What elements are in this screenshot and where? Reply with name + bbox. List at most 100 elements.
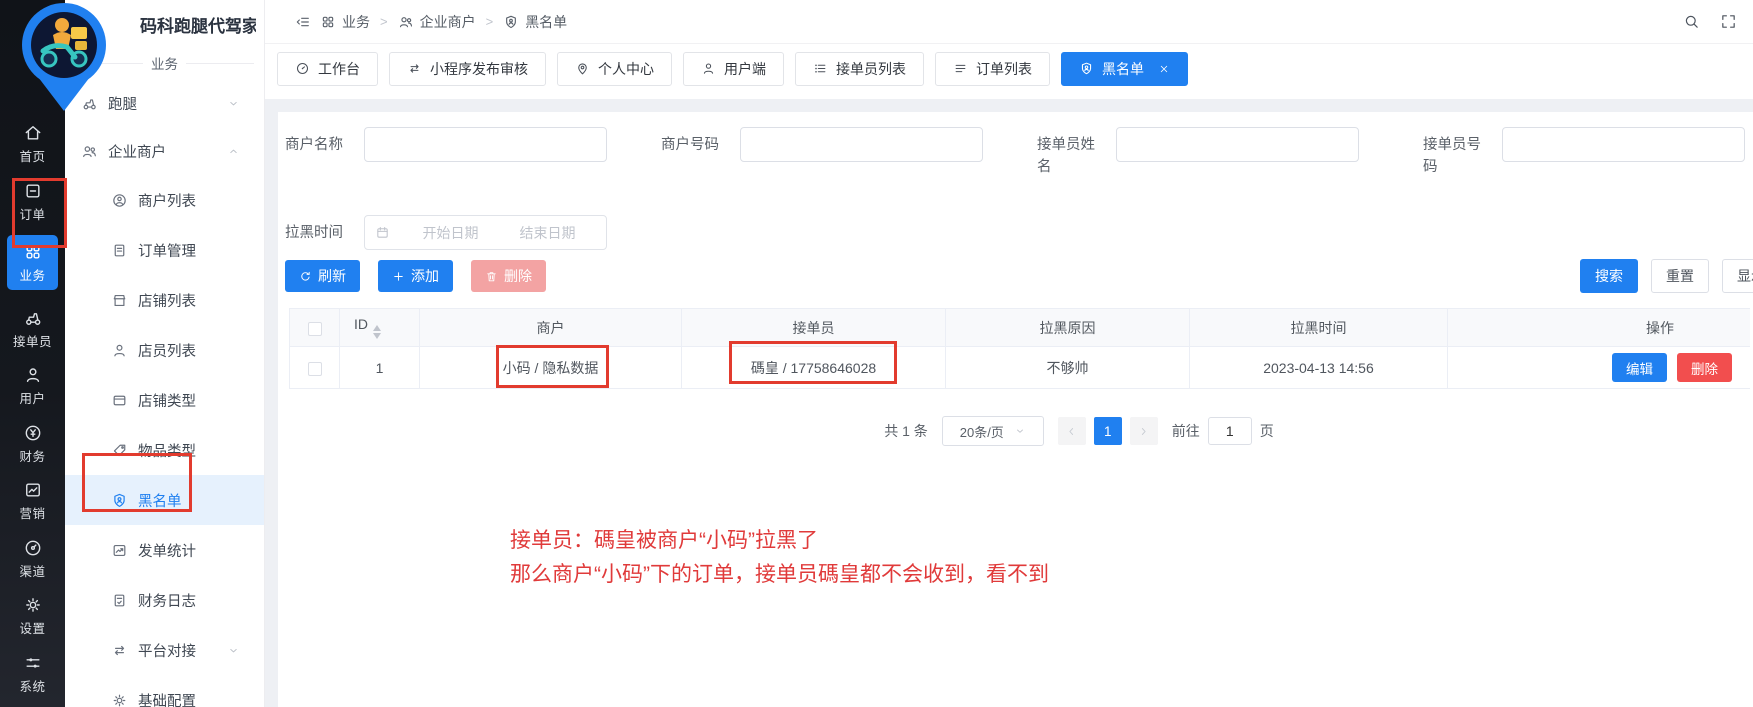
sidebar-item-企业商户[interactable]: 企业商户	[65, 127, 264, 175]
row-checkbox[interactable]	[308, 362, 322, 376]
edit-button[interactable]: 编辑	[1612, 353, 1667, 382]
sidebar-item-平台对接[interactable]: 平台对接	[65, 625, 264, 675]
display-columns-button[interactable]: 显示	[1722, 259, 1753, 293]
sidebar-item-黑名单[interactable]: 黑名单	[65, 475, 264, 525]
toolbar: 刷新 添加 删除 搜索 重置 显示	[285, 259, 1753, 293]
lines-icon	[953, 61, 968, 76]
filter-input-接单员姓名[interactable]	[1116, 127, 1359, 162]
sidebar-item-label: 店铺列表	[138, 290, 196, 311]
rail-item-渠道[interactable]: 渠道	[7, 534, 58, 583]
chevron-down-icon	[1014, 425, 1026, 437]
breadcrumb-item-业务[interactable]: 业务	[320, 12, 370, 32]
cell-time: 2023-04-13 14:56	[1190, 347, 1448, 389]
sidebar-item-label: 平台对接	[138, 640, 196, 661]
sidebar-item-店员列表[interactable]: 店员列表	[65, 325, 264, 375]
cell-merchant: 小码 / 隐私数据	[420, 347, 682, 389]
rail-item-系统[interactable]: 系统	[7, 649, 58, 698]
swap-icon	[111, 642, 128, 659]
fullscreen-icon[interactable]	[1720, 13, 1737, 30]
rail-item-接单员[interactable]: 接单员	[7, 304, 58, 353]
rail-item-营销[interactable]: 营销	[7, 477, 58, 526]
sidebar-section-label: 业务	[151, 53, 178, 73]
tab-小程序发布审核[interactable]: 小程序发布审核	[389, 52, 546, 86]
breadcrumb-label: 企业商户	[420, 12, 476, 32]
chevron-down-icon	[227, 97, 240, 110]
shield-user-icon	[111, 492, 128, 509]
rail-item-label: 首页	[19, 146, 45, 165]
col-reason: 拉黑原因	[946, 309, 1190, 347]
cell-id: 1	[340, 347, 420, 389]
filter-label: 拉黑时间	[285, 215, 349, 244]
close-tab-icon[interactable]	[1158, 63, 1170, 75]
content-card: 商户名称商户号码接单员姓名接单员号码拉黑时间开始日期结束日期 刷新 添加 删除	[278, 112, 1753, 707]
chevron-down-icon	[227, 644, 240, 657]
start-date-placeholder: 开始日期	[402, 223, 499, 243]
table-row: 1小码 / 隐私数据碼皇 / 17758646028不够帅2023-04-13 …	[290, 347, 1751, 389]
refresh-button[interactable]: 刷新	[285, 260, 360, 292]
sidebar-item-label: 商户列表	[138, 190, 196, 211]
page-size-select[interactable]: 20条/页	[942, 416, 1044, 446]
goto-page-input[interactable]	[1208, 417, 1252, 445]
sidebar-item-订单管理[interactable]: 订单管理	[65, 225, 264, 275]
tab-个人中心[interactable]: 个人中心	[557, 52, 672, 86]
tab-工作台[interactable]: 工作台	[277, 52, 378, 86]
breadcrumb-item-企业商户[interactable]: 企业商户	[398, 12, 476, 32]
reset-button[interactable]: 重置	[1651, 259, 1709, 293]
chevron-right-icon	[1137, 425, 1150, 438]
end-date-placeholder: 结束日期	[499, 223, 596, 243]
rail-item-用户[interactable]: 用户	[7, 362, 58, 411]
filter-input-商户号码[interactable]	[740, 127, 983, 162]
select-all-checkbox[interactable]	[308, 322, 322, 336]
sidebar-item-财务日志[interactable]: 财务日志	[65, 575, 264, 625]
tab-订单列表[interactable]: 订单列表	[935, 52, 1050, 86]
tab-bar: 工作台小程序发布审核个人中心用户端 接单员列表 订单列表 黑名单	[265, 44, 1753, 99]
sidebar-item-物品类型[interactable]: 物品类型	[65, 425, 264, 475]
rail-item-订单[interactable]: 订单	[7, 178, 58, 227]
search-group: 搜索 重置 显示	[1580, 259, 1753, 293]
sidebar-item-label: 物品类型	[138, 440, 196, 461]
current-page[interactable]: 1	[1094, 417, 1122, 445]
filter-field-拉黑时间: 拉黑时间开始日期结束日期	[285, 215, 661, 250]
search-button[interactable]: 搜索	[1580, 259, 1638, 293]
chevron-up-icon	[227, 145, 240, 158]
tab-label: 接单员列表	[836, 59, 906, 79]
sidebar-item-label: 发单统计	[138, 540, 196, 561]
tab-接单员列表[interactable]: 接单员列表	[795, 52, 924, 86]
home-icon	[23, 123, 43, 143]
header-actions	[1683, 13, 1737, 30]
search-icon[interactable]	[1683, 13, 1700, 30]
sidebar-item-基础配置[interactable]: 基础配置	[65, 675, 264, 707]
page: 首页订单业务接单员用户财务营销渠道设置系统 码科跑腿代驾家政... 业务 跑腿企…	[0, 0, 1753, 707]
next-page-button[interactable]	[1130, 417, 1158, 445]
filter-field-商户号码: 商户号码	[661, 127, 1037, 178]
swap-icon	[407, 61, 422, 76]
rail-item-业务[interactable]: 业务	[7, 235, 58, 290]
scooter-icon	[23, 308, 43, 328]
rail-item-首页[interactable]: 首页	[7, 120, 58, 169]
sidebar-item-店铺类型[interactable]: 店铺类型	[65, 375, 264, 425]
rail-item-财务[interactable]: 财务	[7, 419, 58, 468]
date-range-picker[interactable]: 开始日期结束日期	[364, 215, 607, 250]
main-area: 业务>企业商户>黑名单 工作台小程序发布审核个人中心用户端 接单员列表 订单列表 黑名…	[265, 0, 1753, 707]
sidebar-item-店铺列表[interactable]: 店铺列表	[65, 275, 264, 325]
filter-input-接单员号码[interactable]	[1502, 127, 1745, 162]
refresh-icon	[299, 270, 312, 283]
sidebar-item-发单统计[interactable]: 发单统计	[65, 525, 264, 575]
sidebar-item-商户列表[interactable]: 商户列表	[65, 175, 264, 225]
sidebar-item-label: 企业商户	[108, 141, 166, 162]
col-id[interactable]: ID	[340, 309, 420, 347]
tab-用户端[interactable]: 用户端	[683, 52, 784, 86]
merchant-icon	[111, 192, 128, 209]
tab-label: 订单列表	[976, 59, 1032, 79]
top-header: 业务>企业商户>黑名单	[265, 0, 1753, 44]
delete-button[interactable]: 删除	[471, 260, 546, 292]
breadcrumb-item-黑名单[interactable]: 黑名单	[503, 12, 567, 32]
filter-input-商户名称[interactable]	[364, 127, 607, 162]
rail-item-设置[interactable]: 设置	[7, 592, 58, 641]
tab-黑名单[interactable]: 黑名单	[1061, 52, 1188, 86]
doc-check-icon	[111, 592, 128, 609]
prev-page-button[interactable]	[1058, 417, 1086, 445]
sort-icon[interactable]	[373, 325, 381, 339]
row-delete-button[interactable]: 删除	[1677, 353, 1732, 382]
add-button[interactable]: 添加	[378, 260, 453, 292]
